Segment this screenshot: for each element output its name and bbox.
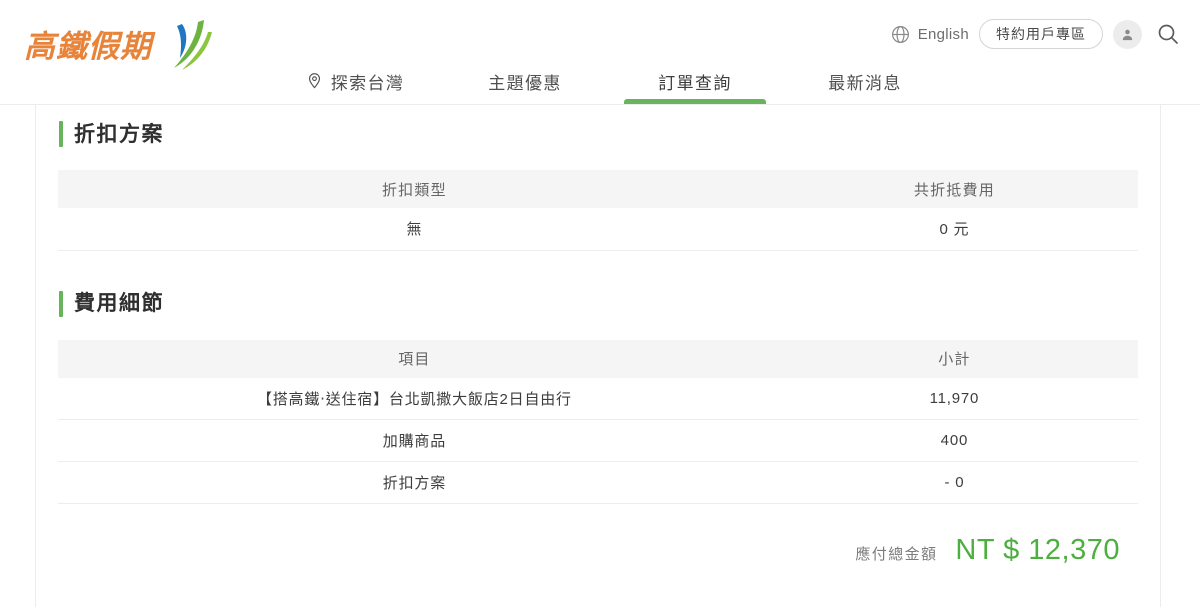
fee-item-name: 加購商品: [58, 419, 771, 462]
nav-label-explore-taiwan: 探索台灣: [330, 73, 405, 93]
main-navigation: 探索台灣 主題優惠 訂單查詢 最新消息: [270, 58, 950, 104]
fee-item-subtotal: - 0: [770, 461, 1138, 504]
fee-col-item: 項目: [58, 339, 771, 378]
fee-table: 項目 小計 【搭高鐵‧送住宿】台北凱撒大飯店2日自由行 11,970 加購商品 …: [58, 339, 1138, 504]
discount-amount-value: 0 元: [770, 208, 1138, 251]
member-zone-button[interactable]: 特約用戶專區: [979, 19, 1103, 49]
nav-label-order-inquiry: 訂單查詢: [658, 73, 732, 93]
fee-item-name: 折扣方案: [58, 461, 771, 504]
table-row: 無 0 元: [58, 208, 1138, 251]
table-row: 加購商品 400: [58, 419, 1138, 462]
fee-item-subtotal: 400: [770, 419, 1138, 462]
grand-total-row: 應付總金額 NT $ 12,370: [56, 534, 1140, 567]
swoosh-logo-icon: [174, 20, 212, 70]
section-title-fee: 費用細節: [74, 292, 164, 315]
section-header-discount: 折扣方案: [59, 119, 1140, 149]
grand-total-value: NT $ 12,370: [955, 534, 1120, 566]
accent-bar-icon: [59, 121, 63, 147]
globe-icon: [891, 25, 909, 43]
search-icon: [1158, 24, 1178, 44]
active-tab-underline: [624, 99, 766, 104]
discount-col-type: 折扣類型: [58, 170, 771, 208]
table-row: 折扣方案 - 0: [58, 461, 1138, 504]
nav-item-order-inquiry[interactable]: 訂單查詢: [610, 58, 780, 104]
discount-table: 折扣類型 共折抵費用 無 0 元: [58, 170, 1138, 251]
site-header: 高鐵假期 English 特約用戶專區 探索台灣 主題優惠 訂單查詢 最新消息: [0, 0, 1200, 105]
user-account-button[interactable]: [1113, 19, 1142, 49]
language-label: English: [917, 25, 969, 43]
nav-item-latest-news[interactable]: 最新消息: [780, 58, 950, 104]
fee-item-name: 【搭高鐵‧送住宿】台北凱撒大飯店2日自由行: [58, 377, 771, 420]
fee-table-header-row: 項目 小計: [58, 339, 1138, 378]
accent-bar-icon: [59, 290, 63, 317]
discount-col-amount: 共折抵費用: [770, 170, 1138, 208]
fee-item-subtotal: 11,970: [770, 377, 1138, 420]
user-avatar-icon: [1122, 29, 1133, 40]
nav-item-theme-offers[interactable]: 主題優惠: [440, 58, 610, 104]
search-button[interactable]: [1154, 20, 1182, 48]
fee-col-subtotal: 小計: [770, 339, 1138, 378]
discount-table-header-row: 折扣類型 共折抵費用: [58, 170, 1138, 208]
table-row: 【搭高鐵‧送住宿】台北凱撒大飯店2日自由行 11,970: [58, 377, 1138, 420]
section-header-fee: 費用細節: [59, 289, 1140, 319]
nav-label-latest-news: 最新消息: [828, 73, 902, 93]
nav-label-theme-offers: 主題優惠: [488, 73, 562, 93]
grand-total-label: 應付總金額: [855, 546, 938, 563]
order-detail-card: 折扣方案 折扣類型 共折抵費用 無 0 元 費用細節 項目 小計 【搭高鐵‧送住…: [35, 105, 1161, 607]
header-utility-row: English 特約用戶專區: [890, 18, 1182, 50]
site-logo[interactable]: 高鐵假期: [24, 14, 212, 80]
logo-text: 高鐵假期: [24, 28, 152, 65]
page-content: 折扣方案 折扣類型 共折抵費用 無 0 元 費用細節 項目 小計 【搭高鐵‧送住…: [0, 105, 1200, 607]
discount-type-value: 無: [58, 208, 771, 251]
location-pin-icon: [306, 72, 323, 89]
language-switcher[interactable]: English: [890, 24, 969, 45]
member-zone-label: 特約用戶專區: [996, 26, 1086, 42]
section-title-discount: 折扣方案: [74, 122, 164, 146]
nav-item-explore-taiwan[interactable]: 探索台灣: [270, 58, 440, 104]
